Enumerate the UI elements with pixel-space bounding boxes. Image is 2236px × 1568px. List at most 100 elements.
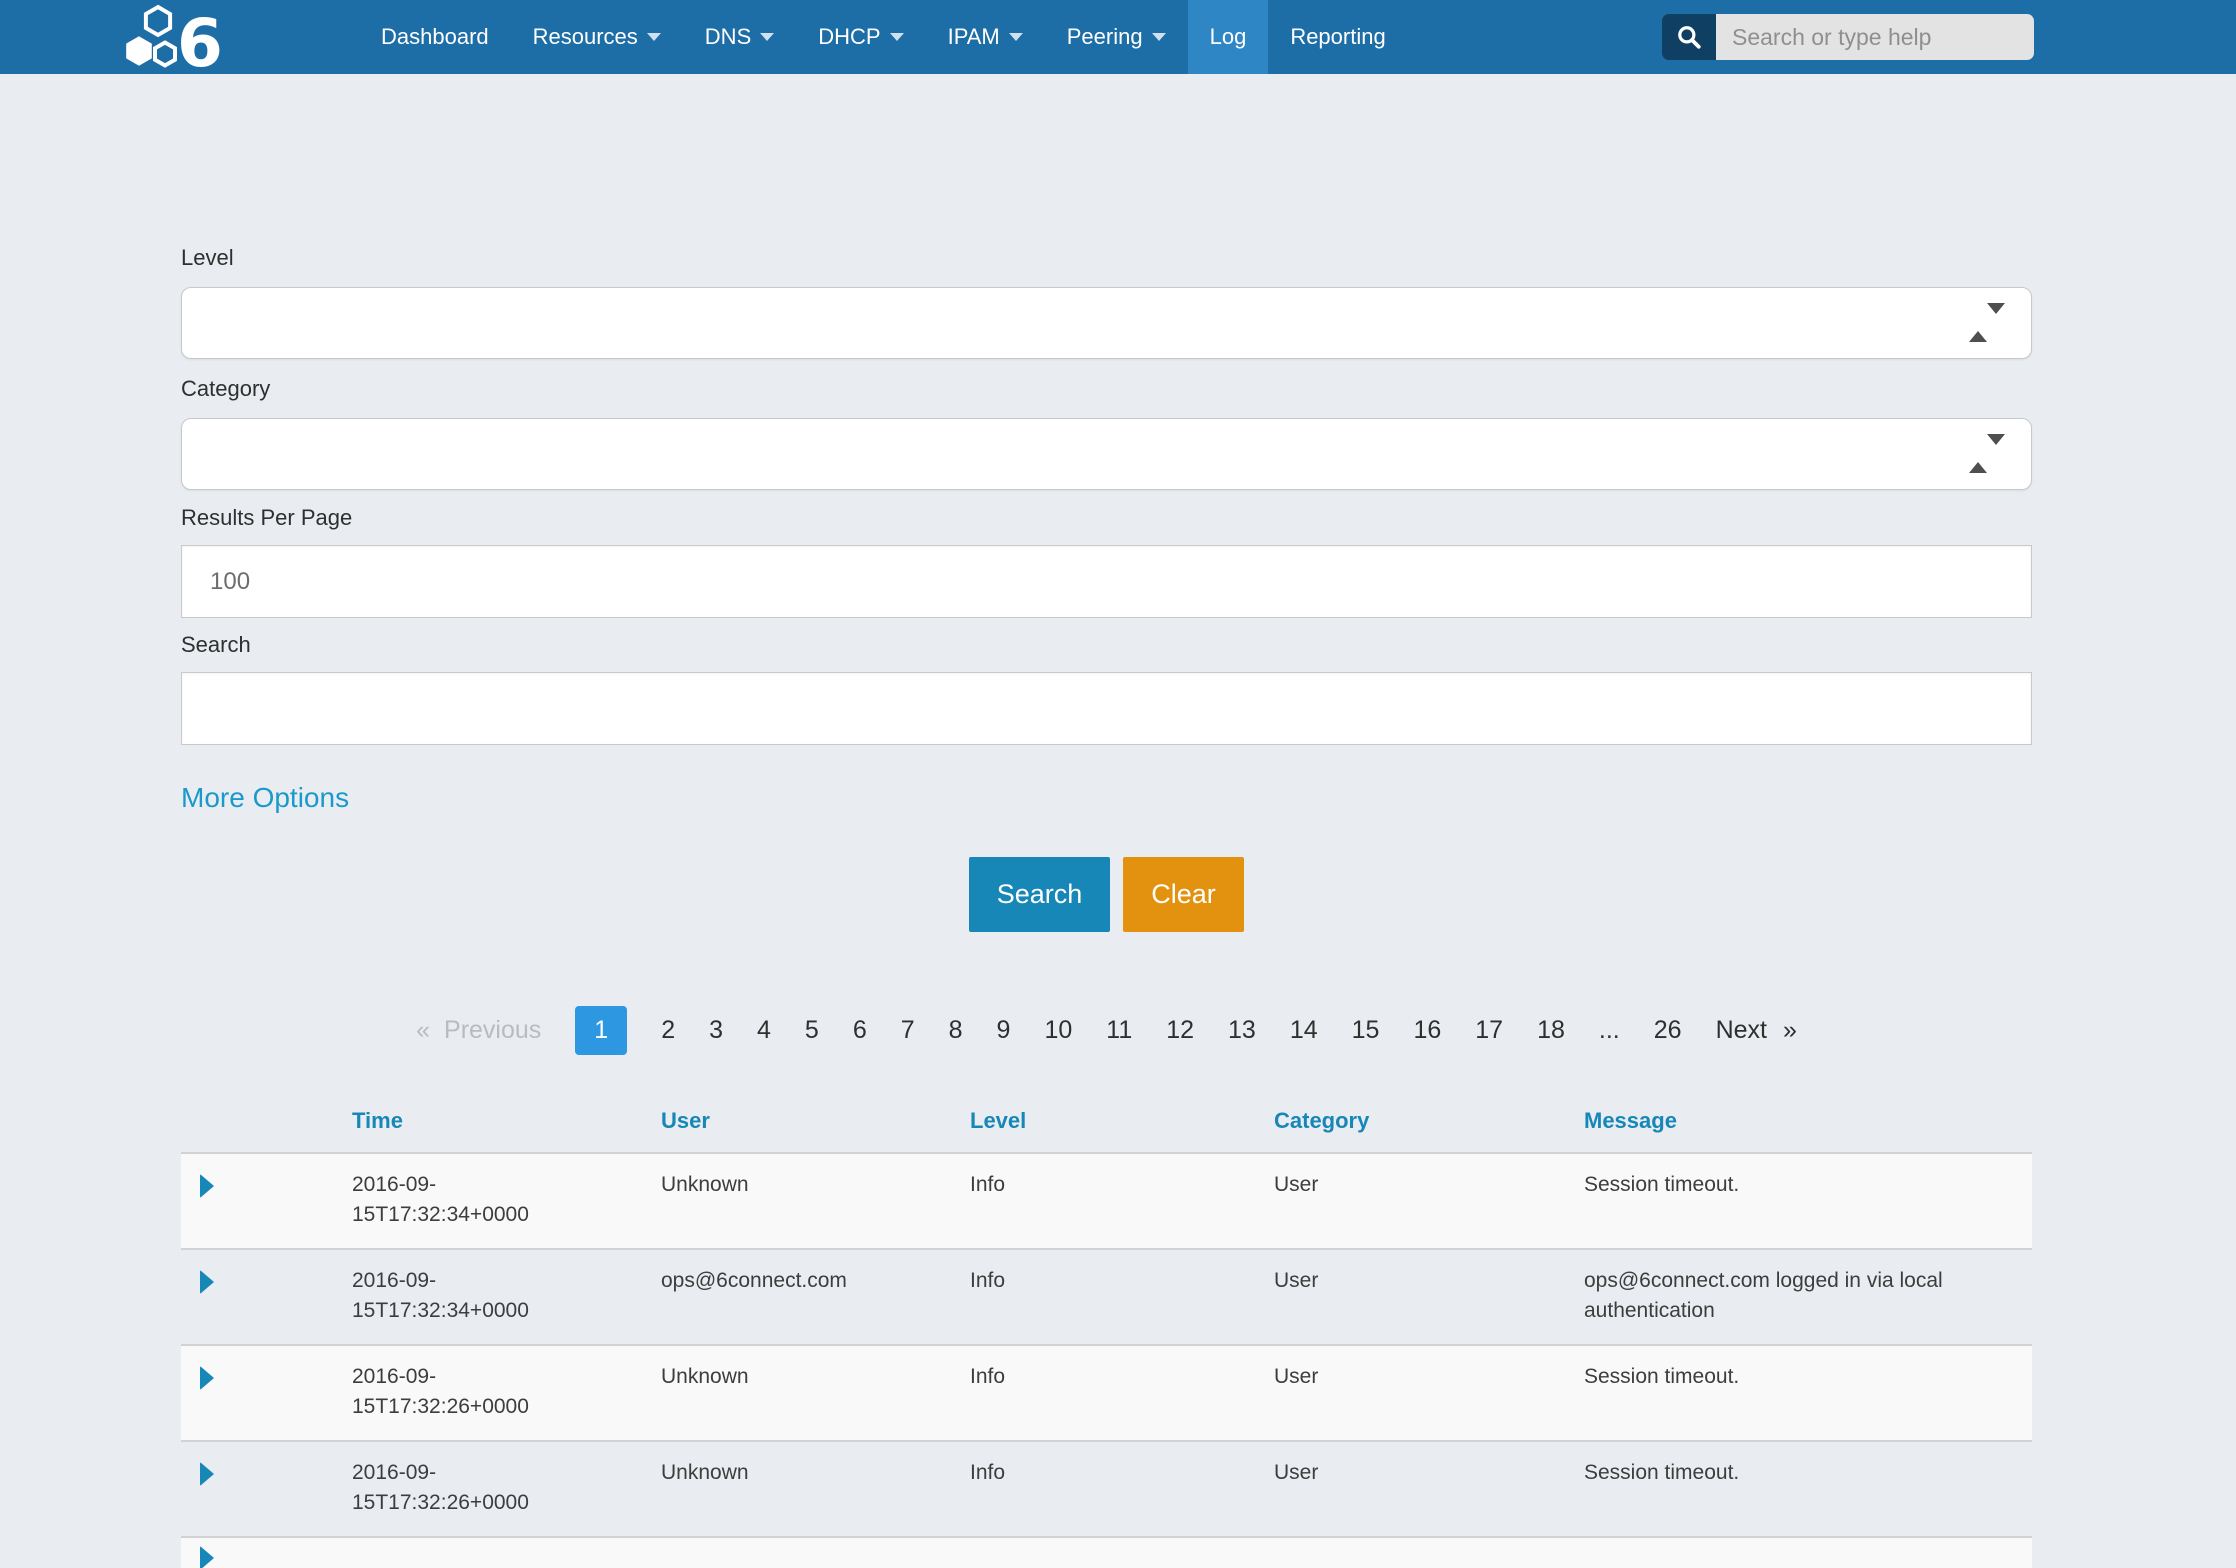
cell-user: ops@6connect.com (661, 1250, 970, 1344)
nav-search (1662, 14, 2034, 60)
table-row: 2016-09-15T17:32:26+0000UnknownInfoUserS… (181, 1344, 2032, 1440)
expand-row-icon[interactable] (200, 1366, 214, 1390)
expand-cell (181, 1250, 352, 1344)
column-header-message[interactable]: Message (1584, 1104, 2032, 1152)
nav-item-ipam[interactable]: IPAM (926, 0, 1045, 74)
expand-cell (181, 1154, 352, 1248)
clear-button[interactable]: Clear (1123, 857, 1244, 932)
cell-level: Info (970, 1250, 1274, 1344)
expand-row-icon[interactable] (200, 1174, 214, 1198)
nav-item-dashboard[interactable]: Dashboard (359, 0, 511, 74)
header-spacer (181, 1104, 352, 1152)
cell-time: 2016-09-15T17:32:34+0000 (352, 1250, 661, 1344)
select-spinner-icon (1969, 314, 2005, 332)
pagination-previous[interactable]: « Previous (416, 1016, 541, 1045)
expand-row-icon[interactable] (200, 1546, 214, 1568)
column-header-user[interactable]: User (661, 1104, 970, 1152)
pagination-page-11[interactable]: 11 (1106, 1016, 1132, 1045)
nav-item-label: Resources (533, 24, 638, 50)
help-search-input[interactable] (1716, 14, 2034, 60)
pagination-page-6[interactable]: 6 (853, 1016, 867, 1045)
results-per-page-input[interactable] (181, 545, 2032, 618)
magnifier-glyph (1676, 24, 1702, 50)
table-row: 2016-09-15T17:32:26+0000UnknownInfoUserS… (181, 1440, 2032, 1536)
cell-level: Info (970, 1346, 1274, 1440)
cell-time: 2016-09-15T17:32:26+0000 (352, 1346, 661, 1440)
column-header-category[interactable]: Category (1274, 1104, 1584, 1152)
nav-item-log[interactable]: Log (1188, 0, 1269, 74)
pagination: « Previous 123456789101112131415161718 .… (181, 1004, 2032, 1056)
column-header-level[interactable]: Level (970, 1104, 1274, 1152)
pagination-page-2[interactable]: 2 (661, 1016, 675, 1045)
nav-item-peering[interactable]: Peering (1045, 0, 1188, 74)
pagination-page-4[interactable]: 4 (757, 1016, 771, 1045)
search-button[interactable]: Search (969, 857, 1110, 932)
cell-category: User (1274, 1154, 1584, 1248)
pagination-page-3[interactable]: 3 (709, 1016, 723, 1045)
nav-item-label: Dashboard (381, 24, 489, 50)
pagination-ellipsis: ... (1599, 1016, 1620, 1045)
nav-item-dns[interactable]: DNS (683, 0, 796, 74)
expand-row-icon[interactable] (200, 1270, 214, 1294)
pagination-next[interactable]: Next » (1716, 1016, 1797, 1045)
table-row: 2016-09-15T17:32:34+0000ops@6connect.com… (181, 1248, 2032, 1344)
pagination-page-1[interactable]: 1 (575, 1006, 627, 1055)
pagination-page-7[interactable]: 7 (901, 1016, 915, 1045)
cell-category: User (1274, 1442, 1584, 1536)
expand-cell (181, 1442, 352, 1536)
pagination-page-15[interactable]: 15 (1352, 1016, 1380, 1045)
column-header-time[interactable]: Time (352, 1104, 661, 1152)
hexagon-logo-icon: 6 (125, 4, 221, 70)
log-table-body: 2016-09-15T17:32:34+0000UnknownInfoUserS… (181, 1152, 2032, 1536)
pagination-page-17[interactable]: 17 (1475, 1016, 1503, 1045)
chevron-down-icon (1152, 33, 1166, 41)
pagination-page-last[interactable]: 26 (1654, 1016, 1682, 1045)
6connect-logo[interactable]: 6 (0, 0, 221, 74)
expand-row-icon[interactable] (200, 1462, 214, 1486)
more-options-link[interactable]: More Options (181, 781, 349, 815)
search-field-input[interactable] (181, 672, 2032, 745)
log-page: Level Category Results Per Page Search M… (0, 246, 2032, 1568)
cell-user: Unknown (661, 1442, 970, 1536)
search-icon[interactable] (1662, 14, 1716, 60)
main-nav: Dashboard Resources DNSDHCP IPAM Peering LogR… (359, 0, 1408, 74)
svg-text:6: 6 (177, 5, 221, 70)
cell-user: Unknown (661, 1346, 970, 1440)
next-arrow-icon: » (1783, 1016, 1797, 1045)
category-label: Category (181, 377, 2032, 401)
chevron-down-icon (760, 33, 774, 41)
pagination-page-18[interactable]: 18 (1537, 1016, 1565, 1045)
cell-message: Session timeout. (1584, 1154, 2032, 1248)
cell-message: Session timeout. (1584, 1346, 2032, 1440)
cell-category: User (1274, 1250, 1584, 1344)
pagination-page-8[interactable]: 8 (949, 1016, 963, 1045)
table-row-partial (181, 1536, 2032, 1568)
nav-item-reporting[interactable]: Reporting (1268, 0, 1407, 74)
search-field-label: Search (181, 633, 2032, 657)
top-navbar: 6 Dashboard Resources DNSDHCP IPAM Peering Lo… (0, 0, 2236, 74)
nav-item-label: Peering (1067, 24, 1143, 50)
results-per-page-label: Results Per Page (181, 506, 2032, 530)
cell-level: Info (970, 1154, 1274, 1248)
nav-item-resources[interactable]: Resources (511, 0, 683, 74)
pagination-page-9[interactable]: 9 (997, 1016, 1011, 1045)
cell-category: User (1274, 1346, 1584, 1440)
form-buttons: Search Clear (181, 857, 2032, 932)
previous-label: Previous (444, 1016, 541, 1045)
expand-cell (181, 1346, 352, 1440)
pagination-page-12[interactable]: 12 (1166, 1016, 1194, 1045)
cell-time: 2016-09-15T17:32:26+0000 (352, 1442, 661, 1536)
level-select[interactable] (181, 287, 2032, 359)
pagination-page-13[interactable]: 13 (1228, 1016, 1256, 1045)
cell-time: 2016-09-15T17:32:34+0000 (352, 1154, 661, 1248)
nav-item-dhcp[interactable]: DHCP (796, 0, 925, 74)
category-select[interactable] (181, 418, 2032, 490)
next-label: Next (1716, 1016, 1767, 1045)
pagination-page-16[interactable]: 16 (1413, 1016, 1441, 1045)
log-table-header: Time User Level Category Message (181, 1104, 2032, 1152)
pagination-page-10[interactable]: 10 (1044, 1016, 1072, 1045)
cell-user: Unknown (661, 1154, 970, 1248)
pagination-page-5[interactable]: 5 (805, 1016, 819, 1045)
pagination-page-14[interactable]: 14 (1290, 1016, 1318, 1045)
nav-item-label: IPAM (948, 24, 1000, 50)
